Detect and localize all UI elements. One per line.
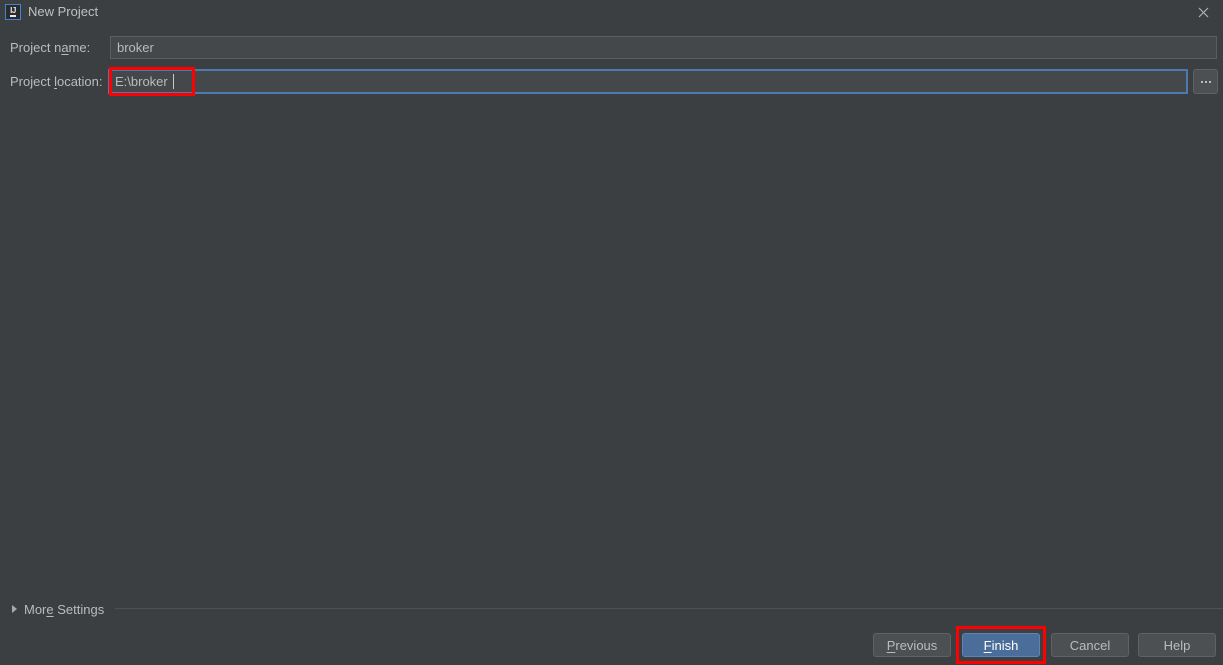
text-caret bbox=[173, 74, 174, 89]
ellipsis-icon-dot bbox=[1208, 80, 1211, 83]
more-settings-label-prefix: Mor bbox=[24, 601, 47, 617]
project-name-label-suffix: me: bbox=[68, 40, 91, 55]
ellipsis-icon-dot bbox=[1204, 80, 1207, 83]
previous-button-label-suffix: revious bbox=[895, 637, 938, 653]
more-settings-label-mnemonic: e bbox=[46, 601, 54, 617]
cancel-button[interactable]: Cancel bbox=[1051, 633, 1129, 657]
project-location-label-prefix: Project bbox=[10, 74, 55, 89]
cancel-button-label: Cancel bbox=[1069, 637, 1111, 653]
more-settings-label: More Settings bbox=[24, 602, 104, 617]
project-location-label: Project location: bbox=[10, 74, 103, 89]
more-settings-separator bbox=[115, 608, 1223, 609]
close-icon bbox=[1198, 7, 1208, 17]
window-title-bar: IJ New Project bbox=[0, 0, 1223, 24]
project-name-input[interactable] bbox=[110, 36, 1217, 59]
project-location-input[interactable] bbox=[110, 71, 1186, 92]
more-settings-label-suffix: Settings bbox=[53, 601, 105, 617]
window-title: New Project bbox=[28, 4, 99, 19]
project-name-label-prefix: Project n bbox=[10, 40, 62, 55]
browse-location-button[interactable] bbox=[1193, 69, 1218, 94]
close-button[interactable] bbox=[1183, 0, 1223, 24]
more-settings-toggle[interactable]: More Settings bbox=[12, 600, 104, 618]
project-location-field-wrapper[interactable] bbox=[108, 69, 1188, 94]
finish-button-label-suffix: inish bbox=[991, 637, 1019, 653]
intellij-idea-icon-text: IJ bbox=[10, 5, 16, 17]
chevron-right-icon bbox=[12, 605, 17, 613]
project-location-label-suffix: ocation: bbox=[56, 74, 103, 89]
finish-button-label-mnemonic: F bbox=[983, 637, 992, 653]
project-name-label: Project name: bbox=[10, 40, 90, 55]
help-button[interactable]: Help bbox=[1138, 633, 1216, 657]
help-button-label: Help bbox=[1163, 637, 1191, 653]
previous-button-label-mnemonic: P bbox=[886, 637, 896, 653]
intellij-idea-icon: IJ bbox=[5, 4, 21, 20]
project-name-label-mnemonic: a bbox=[61, 40, 69, 55]
previous-button[interactable]: Previous bbox=[873, 633, 951, 657]
finish-button[interactable]: Finish bbox=[962, 633, 1040, 657]
ellipsis-icon-dot bbox=[1200, 80, 1203, 83]
